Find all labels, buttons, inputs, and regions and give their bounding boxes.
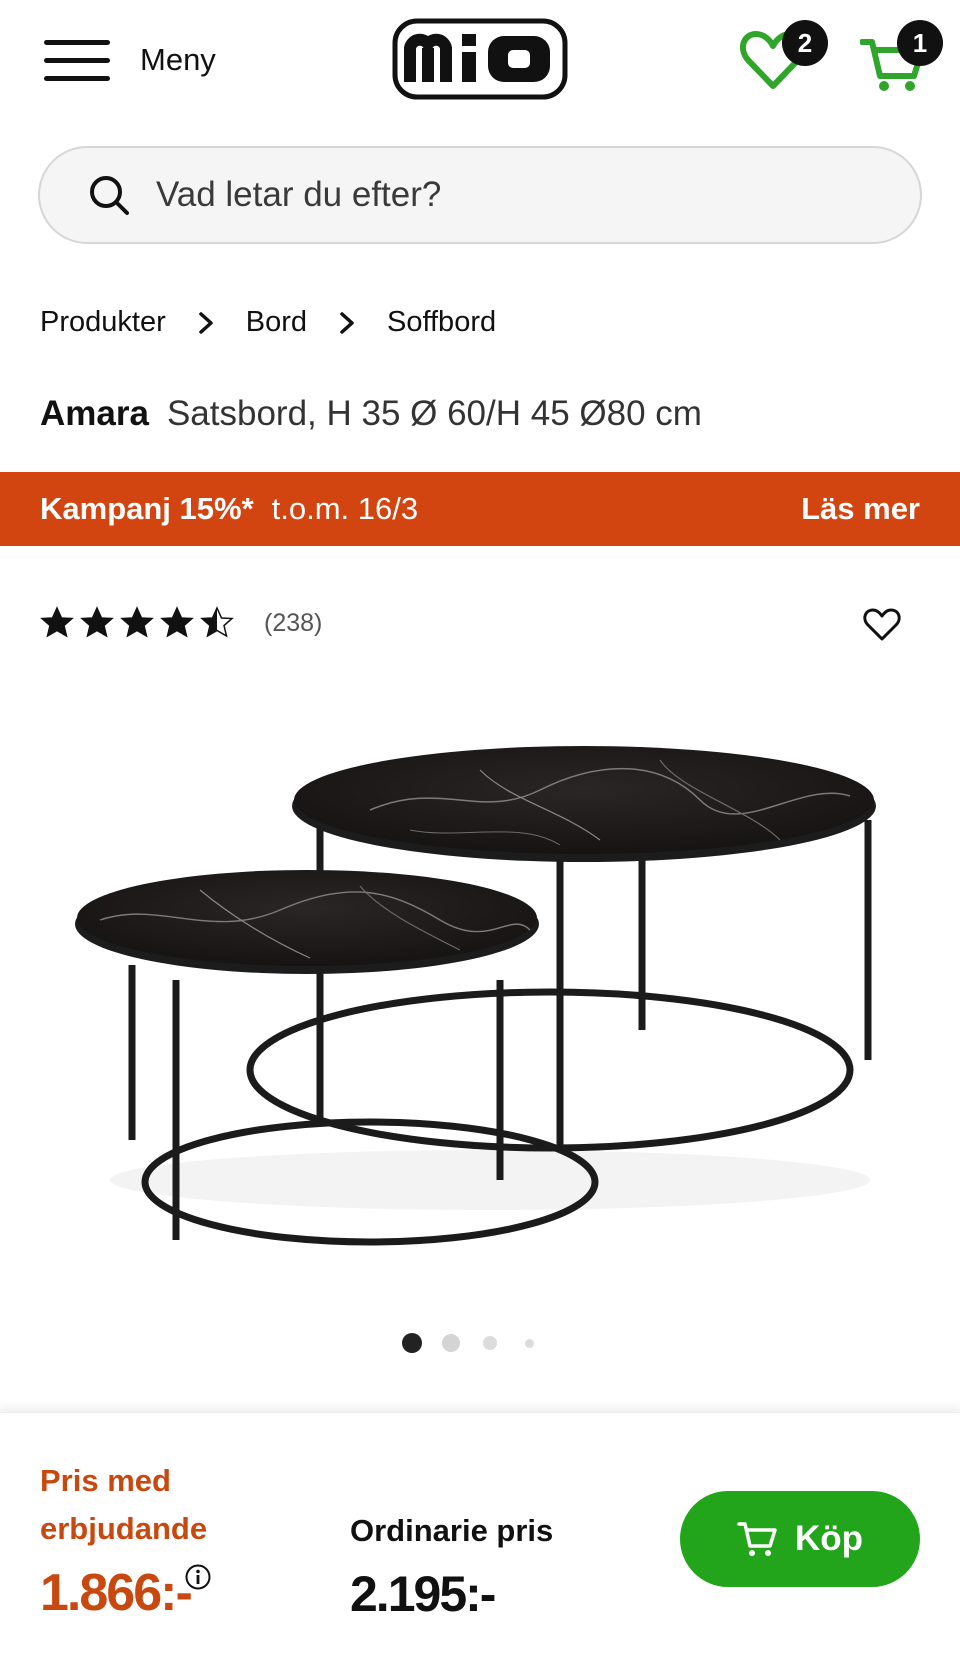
product-description: Satsbord, H 35 Ø 60/H 45 Ø80 cm [166,394,702,433]
offer-price-label: Pris med erbjudande [40,1463,208,1546]
breadcrumb-bord[interactable]: Bord [246,306,307,339]
product-brand: Amara [40,394,149,433]
buy-button[interactable]: Köp [680,1491,920,1587]
search-icon [90,176,129,215]
cart-count-badge: 1 [897,20,943,66]
review-count: (238) [264,608,323,637]
search-bar[interactable] [38,146,922,244]
product-image[interactable] [60,700,900,1280]
wishlist-count-badge: 2 [782,20,828,66]
carousel-dot[interactable] [483,1336,497,1350]
regular-price-label: Ordinarie pris [350,1513,554,1548]
regular-price: 2.195:- [350,1566,496,1622]
header: Meny 2 1 [0,0,960,130]
offer-price: 1.866:- [40,1564,193,1622]
wishlist-button[interactable]: 2 [739,14,828,99]
star-full-icon [40,606,74,638]
carousel-dot[interactable] [524,1338,534,1348]
chevron-right-icon [198,311,213,334]
purchase-bar: Pris med erbjudande 1.866:- Ordinarie pr… [0,1412,960,1677]
carousel-dots[interactable] [0,1331,960,1355]
page-title: Amara Satsbord, H 35 Ø 60/H 45 Ø80 cm [40,394,702,434]
star-full-icon [160,606,194,638]
breadcrumb: Produkter Bord Soffbord [40,306,496,339]
rating[interactable]: (238) [40,606,322,640]
promo-banner: Kampanj 15%* t.o.m. 16/3 Läs mer [0,472,960,546]
promo-date: t.o.m. 16/3 [271,491,419,526]
menu-button[interactable]: Meny [44,30,216,90]
info-icon[interactable] [184,1563,212,1591]
breadcrumb-produkter[interactable]: Produkter [40,306,166,339]
rating-stars [40,606,240,640]
mio-logo[interactable] [392,18,568,100]
hamburger-icon [44,36,110,84]
promo-read-more-link[interactable]: Läs mer [801,491,920,527]
breadcrumb-soffbord[interactable]: Soffbord [387,306,496,339]
carousel-dot[interactable] [402,1333,422,1353]
favorite-heart-icon[interactable] [862,604,902,644]
star-full-icon [120,606,154,638]
chevron-right-icon [340,311,354,334]
buy-button-label: Köp [794,1519,864,1558]
cart-button[interactable]: 1 [859,14,943,99]
promo-label: Kampanj 15%* [40,491,254,526]
star-full-icon [80,606,114,638]
menu-label: Meny [140,42,216,77]
carousel-dot[interactable] [442,1334,460,1352]
search-input[interactable] [156,175,856,215]
star-half-icon [200,606,234,638]
cart-icon [737,1522,777,1556]
